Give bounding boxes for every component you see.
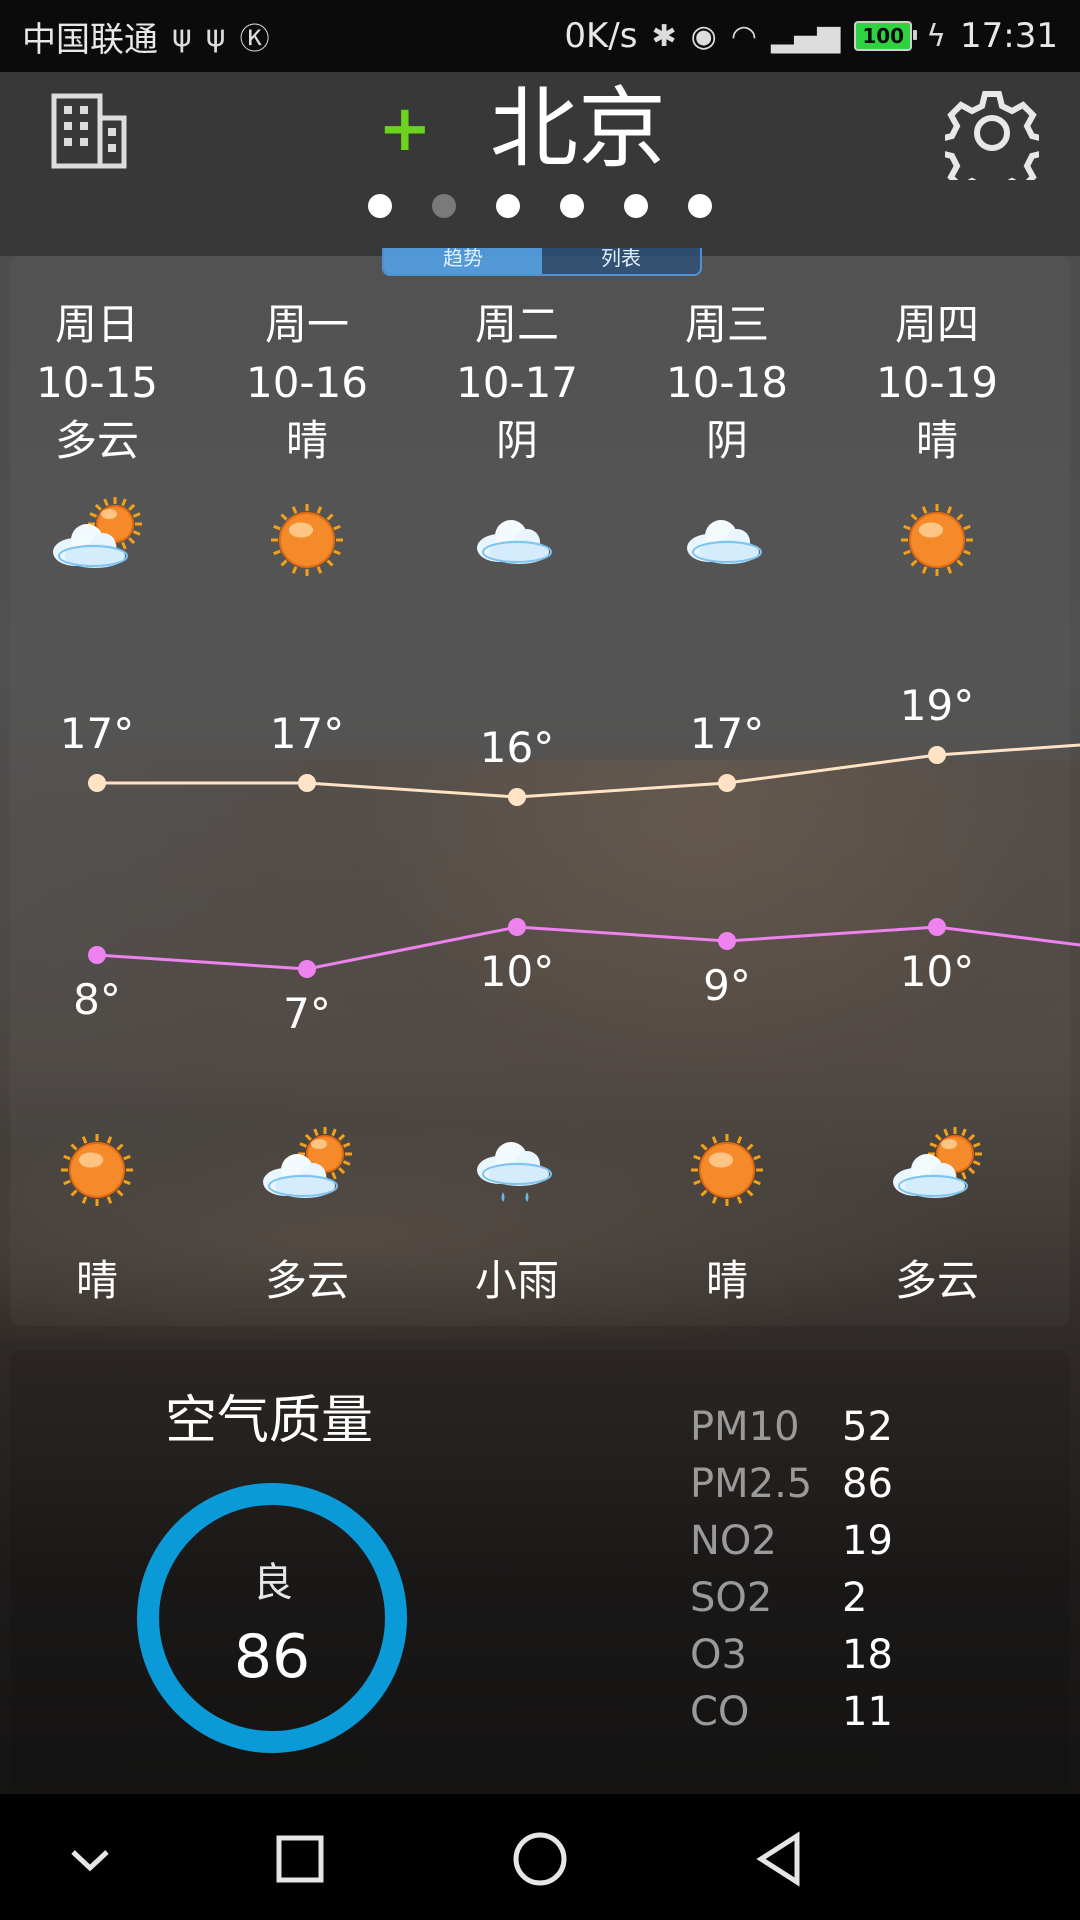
forecast-day-header: 周日 10-15 多云	[0, 296, 202, 470]
forecast-night-weather: 多云	[264, 1256, 349, 1305]
chevron-down-icon[interactable]	[55, 1824, 125, 1894]
forecast-date: 10-18	[665, 358, 789, 407]
forecast-day-weather: 阴	[495, 416, 538, 465]
pollutant-name: NO2	[690, 1517, 777, 1564]
forecast-date: 10-19	[875, 358, 999, 407]
high-temp-label: 17°	[689, 709, 765, 758]
aqi-value: 86	[233, 1622, 311, 1692]
low-temp-label: 7°	[283, 989, 331, 1038]
aqi-ring	[137, 1483, 407, 1753]
sun-icon	[677, 1120, 777, 1220]
forecast-day-header: 周二 10-17 阴	[412, 296, 622, 470]
recent-apps-icon[interactable]	[265, 1824, 335, 1894]
forecast-day-header: 周三 10-18 阴	[622, 296, 832, 470]
status-bar: 中国联通 ψ ψ Ⓚ 0K/s ✱ ◉ ◠ ▂▄▆ 100 ϟ 17:31	[0, 0, 1080, 72]
sun-icon	[47, 1120, 147, 1220]
city-title[interactable]: 北京	[490, 74, 666, 184]
battery-icon: 100	[854, 21, 918, 51]
charging-icon: ϟ	[926, 18, 947, 54]
low-temp-label: 10°	[899, 947, 975, 996]
page-dot[interactable]	[432, 194, 456, 218]
back-icon[interactable]	[745, 1824, 815, 1894]
bluetooth-icon: ✱	[651, 18, 677, 54]
header: + 北京	[0, 72, 1080, 256]
page-dot[interactable]	[560, 194, 584, 218]
navigation-bar	[0, 1794, 1080, 1920]
partly-cloudy-icon	[887, 1120, 987, 1220]
page-indicator	[0, 194, 1080, 218]
low-temp-label: 9°	[703, 961, 751, 1010]
pollutant-value: 18	[842, 1631, 893, 1678]
eye-icon: ◉	[690, 18, 717, 54]
pollutant-list: PM10 52 PM2.5 86 NO2 19 SO2 2 O3 18 CO 11	[690, 1398, 950, 1740]
pollutant-name: PM2.5	[690, 1460, 813, 1507]
forecast-weekday: 周三	[684, 300, 769, 349]
signal-4g-icon: ▂▄▆	[771, 18, 841, 54]
wifi-icon: ◠	[730, 18, 757, 54]
forecast-night-weather: 晴	[75, 1256, 118, 1305]
forecast-day-weather: 晴	[915, 416, 958, 465]
aqi-level: 良	[253, 1560, 293, 1606]
carrier-name: 中国联通	[22, 19, 158, 60]
pollutant-name: SO2	[690, 1574, 773, 1621]
cloud-icon	[677, 490, 777, 590]
low-temp-label: 8°	[73, 975, 121, 1024]
forecast-date: 10-17	[455, 358, 579, 407]
pollutant-row: CO 11	[690, 1683, 950, 1740]
cloud-icon	[467, 490, 567, 590]
pollutant-row: PM2.5 86	[690, 1455, 950, 1512]
partly-cloudy-icon	[257, 1120, 357, 1220]
rain-cloud-icon	[467, 1120, 567, 1220]
clock: 17:31	[960, 16, 1058, 56]
forecast-date: 10-15	[35, 358, 159, 407]
pollutant-name: PM10	[690, 1403, 800, 1450]
high-temp-label: 17°	[59, 709, 135, 758]
page-dot[interactable]	[368, 194, 392, 218]
pollutant-value: 2	[842, 1574, 868, 1621]
high-temp-label: 17°	[269, 709, 345, 758]
forecast-night-weather: 多云	[894, 1256, 979, 1305]
air-quality-title: 空气质量	[165, 1391, 374, 1451]
pollutant-name: O3	[690, 1631, 747, 1678]
forecast-night-weather: 晴	[705, 1256, 748, 1305]
forecast-day-header: 周四 10-19 晴	[832, 296, 1042, 470]
high-temp-label: 16°	[479, 723, 555, 772]
forecast-weekday: 周一	[264, 300, 349, 349]
pollutant-value: 86	[842, 1460, 893, 1507]
add-icon[interactable]: +	[378, 90, 432, 168]
pollutant-value: 11	[842, 1688, 893, 1735]
pollutant-row: SO2 2	[690, 1569, 950, 1626]
forecast-weekday: 周二	[474, 300, 559, 349]
partly-cloudy-icon	[47, 490, 147, 590]
forecast-night-weather: 小雨	[474, 1256, 559, 1305]
pollutant-row: O3 18	[690, 1626, 950, 1683]
network-speed: 0K/s	[564, 16, 638, 56]
page-dot[interactable]	[496, 194, 520, 218]
sun-icon	[257, 490, 357, 590]
k-icon: Ⓚ	[239, 22, 270, 57]
usb-icon: ψ	[205, 18, 226, 54]
forecast-weekday: 周日	[54, 300, 139, 349]
forecast-date: 10-16	[245, 358, 369, 407]
pollutant-value: 52	[842, 1403, 893, 1450]
page-dot[interactable]	[688, 194, 712, 218]
page-dot[interactable]	[624, 194, 648, 218]
usb-icon: ψ	[172, 18, 192, 54]
pollutant-name: CO	[690, 1688, 750, 1735]
home-icon[interactable]	[505, 1824, 575, 1894]
pollutant-row: NO2 19	[690, 1512, 950, 1569]
forecast-day-weather: 多云	[54, 416, 139, 465]
forecast-day-weather: 阴	[705, 416, 748, 465]
forecast-weekday: 周四	[894, 300, 979, 349]
forecast-day-weather: 晴	[285, 416, 328, 465]
city-building-icon[interactable]	[50, 92, 128, 170]
forecast-day-header: 周一 10-16 晴	[202, 296, 412, 470]
pollutant-row: PM10 52	[690, 1398, 950, 1455]
sun-icon	[887, 490, 987, 590]
low-temp-label: 10°	[479, 947, 555, 996]
gear-icon[interactable]	[945, 86, 1039, 180]
pollutant-value: 19	[842, 1517, 893, 1564]
high-temp-label: 19°	[899, 681, 975, 730]
